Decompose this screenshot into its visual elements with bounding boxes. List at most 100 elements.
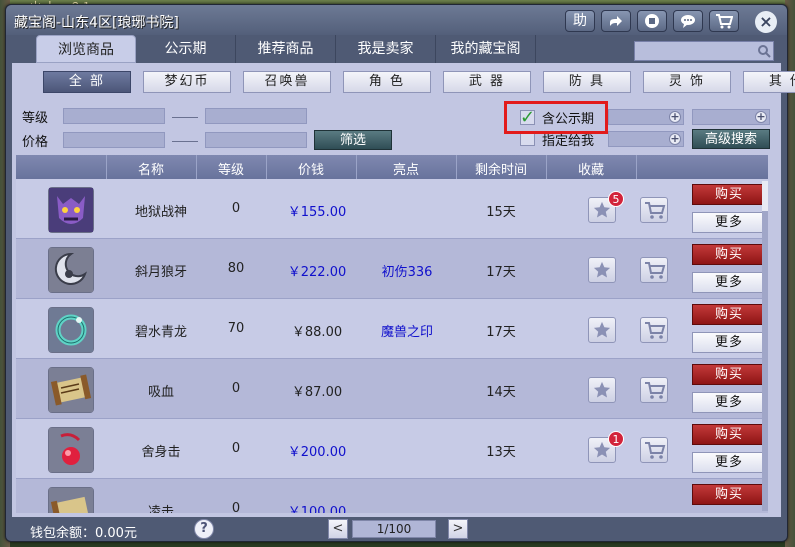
public-extra-select-2[interactable]: + [692, 109, 770, 125]
category-currency[interactable]: 梦幻币 [143, 71, 231, 93]
buy-button[interactable]: 购买 [692, 244, 766, 265]
window-title: 藏宝阁-山东4区[琅琊书院] [14, 15, 179, 31]
tab-my-treasure[interactable]: 我的藏宝阁 [436, 35, 536, 63]
category-pets[interactable]: 召唤兽 [243, 71, 331, 93]
column-divider [636, 155, 637, 179]
category-armor[interactable]: 防 具 [543, 71, 631, 93]
header-level[interactable]: 等级 [196, 159, 266, 178]
buy-button[interactable]: 购买 [692, 184, 766, 205]
level-label: 等级 [22, 111, 49, 126]
level-min-input[interactable] [63, 108, 165, 124]
jade-dragon-ring-icon[interactable] [48, 307, 94, 353]
plus-icon[interactable]: + [669, 133, 681, 145]
item-level: 0 [231, 501, 241, 513]
category-characters[interactable]: 角 色 [343, 71, 431, 93]
item-time-left: 17天 [486, 265, 516, 280]
scroll-thumb[interactable] [762, 181, 768, 211]
item-level: 0 [231, 201, 241, 216]
category-tabs: 全 部 梦幻币 召唤兽 角 色 武 器 防 具 灵 饰 其 他 [43, 71, 795, 93]
category-all[interactable]: 全 部 [43, 71, 131, 93]
item-price: ￥87.00 [291, 385, 343, 400]
category-accessories[interactable]: 灵 饰 [643, 71, 731, 93]
item-feature: 初伤336 [381, 265, 433, 280]
tab-seller[interactable]: 我是卖家 [336, 35, 436, 63]
category-weapons[interactable]: 武 器 [443, 71, 531, 93]
favorite-button[interactable] [588, 257, 616, 283]
chat-button[interactable] [673, 10, 703, 32]
more-button[interactable]: 更多 [692, 332, 766, 353]
buy-button[interactable]: 购买 [692, 424, 766, 445]
filter-button[interactable]: 筛选 [314, 130, 392, 150]
table-row: 碧水青龙 70 ￥88.00 魔兽之印 17天 购买 更多 [16, 299, 768, 359]
highlight-annotation [504, 101, 608, 134]
item-price: ￥155.00 [287, 205, 347, 220]
title-buttons: 助 × [565, 10, 777, 33]
header-name[interactable]: 名称 [106, 159, 196, 178]
more-button[interactable]: 更多 [692, 392, 766, 413]
share-button[interactable] [601, 10, 631, 32]
item-price: ￥222.00 [287, 265, 347, 280]
add-to-cart-button[interactable] [640, 437, 668, 463]
star-icon [593, 321, 611, 338]
demon-avatar-icon[interactable] [48, 187, 94, 233]
buy-button[interactable]: 购买 [692, 484, 766, 505]
advanced-search-button[interactable]: 高级搜索 [692, 129, 770, 149]
favorite-count-badge: 1 [608, 431, 624, 447]
title-bar[interactable]: 藏宝阁-山东4区[琅琊书院] 助 × [6, 5, 787, 35]
crescent-fang-weapon-icon[interactable] [48, 247, 94, 293]
header-time[interactable]: 剩余时间 [456, 159, 546, 178]
tab-public[interactable]: 公示期 [136, 35, 236, 63]
chat-icon [681, 15, 695, 28]
item-name: 舍身击 [141, 445, 181, 460]
plus-icon[interactable]: + [669, 111, 681, 123]
add-to-cart-button[interactable] [640, 257, 668, 283]
level-max-input[interactable] [205, 108, 307, 124]
add-to-cart-button[interactable] [640, 197, 668, 223]
item-time-left: 17天 [486, 325, 516, 340]
add-to-cart-button[interactable] [640, 377, 668, 403]
tab-recommended[interactable]: 推荐商品 [236, 35, 336, 63]
item-level: 0 [231, 441, 241, 456]
buy-button[interactable]: 购买 [692, 304, 766, 325]
price-label: 价格 [22, 135, 49, 150]
item-price: ￥100.00 [287, 505, 347, 513]
prev-page-button[interactable]: < [328, 519, 348, 539]
more-button[interactable]: 更多 [692, 272, 766, 293]
page-indicator: 1/100 [352, 520, 436, 538]
header-favorite[interactable]: 收藏 [546, 159, 636, 178]
favorite-count-badge: 5 [608, 191, 624, 207]
red-orb-icon[interactable] [48, 427, 94, 473]
favorite-button[interactable] [588, 377, 616, 403]
search-icon[interactable] [757, 44, 771, 58]
next-page-button[interactable]: > [448, 519, 468, 539]
table-row: 吸血 0 ￥87.00 14天 购买 更多 [16, 359, 768, 419]
help-icon[interactable]: ? [194, 519, 214, 539]
cart-icon [645, 202, 666, 219]
buy-button[interactable]: 购买 [692, 364, 766, 385]
skill-scroll-icon[interactable] [48, 487, 94, 513]
favorite-button[interactable] [588, 317, 616, 343]
help-button[interactable]: 助 [565, 10, 595, 32]
category-other[interactable]: 其 他 [743, 71, 795, 93]
level-range-dash [172, 117, 198, 118]
add-to-cart-button[interactable] [640, 317, 668, 343]
stop-button[interactable] [637, 10, 667, 32]
table-row: 地狱战神 0 ￥155.00 15天 5 购买 更多 [16, 179, 768, 239]
close-button[interactable]: × [755, 11, 777, 33]
more-button[interactable]: 更多 [692, 452, 766, 473]
plus-icon[interactable]: + [755, 111, 767, 123]
tab-browse[interactable]: 浏览商品 [36, 35, 136, 63]
public-extra-select[interactable]: + [608, 109, 684, 125]
header-feature[interactable]: 亮点 [356, 159, 456, 178]
price-max-input[interactable] [205, 132, 307, 148]
more-button[interactable]: 更多 [692, 212, 766, 233]
item-name: 凌击 [147, 505, 174, 513]
table-scrollbar[interactable] [762, 181, 768, 511]
search-input[interactable] [634, 41, 774, 61]
skill-scroll-icon[interactable] [48, 367, 94, 413]
assigned-extra-select[interactable]: + [608, 131, 684, 147]
wallet-balance: 钱包余额：0.00元 [30, 526, 137, 541]
price-min-input[interactable] [63, 132, 165, 148]
header-price[interactable]: 价钱 [266, 159, 356, 178]
cart-button[interactable] [709, 10, 739, 32]
